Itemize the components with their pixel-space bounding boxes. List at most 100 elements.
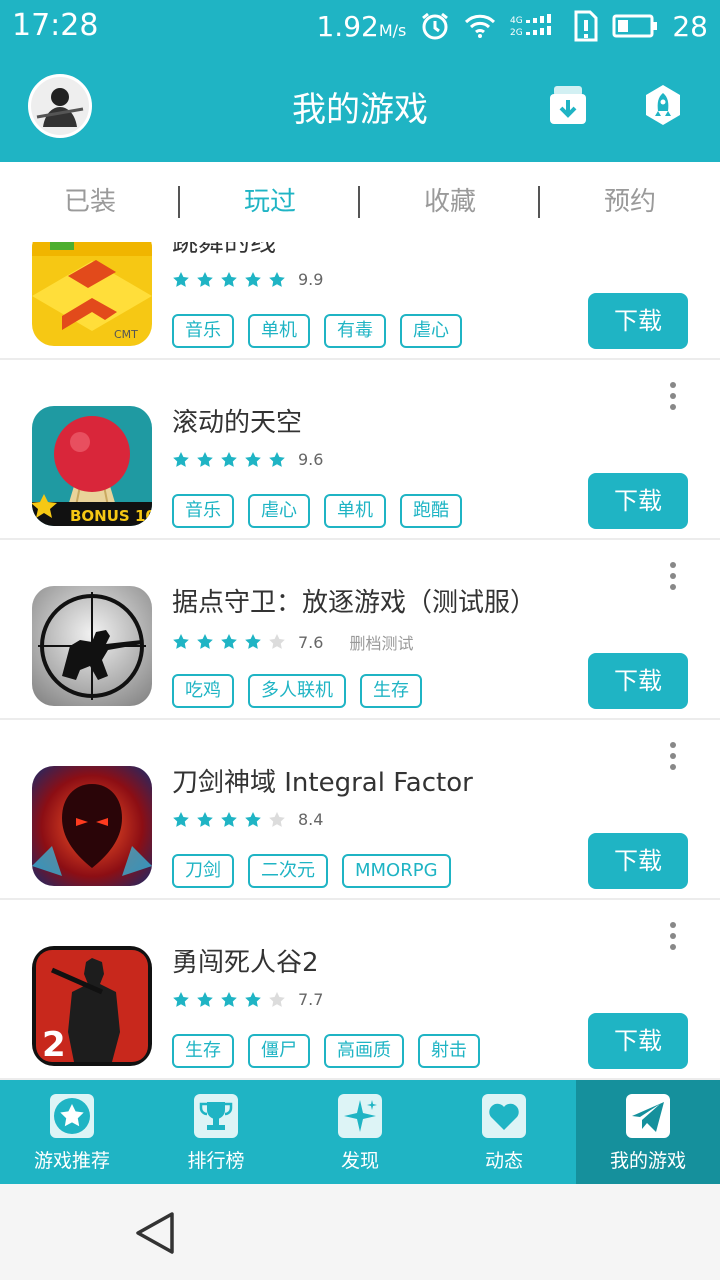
network-speed: 1.92M/s <box>316 9 407 43</box>
rating: 7.7 <box>172 990 323 1009</box>
download-button[interactable]: 下载 <box>588 1013 688 1069</box>
tag[interactable]: 音乐 <box>172 494 234 528</box>
more-options-icon[interactable] <box>668 922 678 952</box>
download-button[interactable]: 下载 <box>588 293 688 349</box>
star-filled-icon <box>221 811 237 827</box>
tag-list: 吃鸡 多人联机 生存 <box>172 674 422 708</box>
tab-favorites[interactable]: 收藏 <box>360 162 540 242</box>
star-filled-icon <box>197 811 213 827</box>
nav-recommend[interactable]: 游戏推荐 <box>0 1080 144 1184</box>
star-filled-icon <box>173 991 189 1007</box>
nav-discover[interactable]: 发现 <box>288 1080 432 1184</box>
paper-plane-icon <box>626 1094 670 1138</box>
page-title: 我的游戏 <box>292 90 428 130</box>
download-manager-button[interactable] <box>548 84 588 126</box>
test-note: 删档测试 <box>349 634 414 653</box>
tag[interactable]: 高画质 <box>324 1034 404 1068</box>
game-icon[interactable] <box>32 766 152 886</box>
star-filled-icon <box>269 451 285 467</box>
game-list[interactable]: CMT 跳舞的线 9.9 音乐 单机 有毒 虐心 下载 BONUS 10 滚动的… <box>0 242 720 1080</box>
trophy-icon <box>194 1094 238 1138</box>
back-icon[interactable] <box>134 1210 176 1256</box>
app-header: 我的游戏 <box>0 52 720 162</box>
nav-activity[interactable]: 动态 <box>432 1080 576 1184</box>
game-row[interactable]: 刀剑神域 Integral Factor 8.4 刀剑 二次元 MMORPG 下… <box>0 720 720 900</box>
game-name: 刀剑神域 Integral Factor <box>172 768 473 798</box>
tag[interactable]: 射击 <box>418 1034 480 1068</box>
download-button[interactable]: 下载 <box>588 833 688 889</box>
tag-list: 音乐 虐心 单机 跑酷 <box>172 494 462 528</box>
svg-text:4G: 4G <box>510 16 523 26</box>
rating: 9.9 <box>172 270 323 289</box>
sim-alert-icon <box>574 10 598 42</box>
tab-divider <box>178 186 180 218</box>
rocket-button[interactable] <box>644 84 682 126</box>
tag[interactable]: 多人联机 <box>248 674 346 708</box>
tag[interactable]: 二次元 <box>248 854 328 888</box>
star-filled-icon <box>197 991 213 1007</box>
tag[interactable]: 跑酷 <box>400 494 462 528</box>
star-filled-icon <box>221 271 237 287</box>
star-filled-icon <box>173 451 189 467</box>
svg-text:2: 2 <box>42 1025 66 1065</box>
tag[interactable]: MMORPG <box>342 854 451 888</box>
star-filled-icon <box>197 634 213 649</box>
download-button[interactable]: 下载 <box>588 653 688 709</box>
signal-icon: 4G 2G <box>510 13 560 39</box>
download-button[interactable]: 下载 <box>588 473 688 529</box>
tab-installed[interactable]: 已装 <box>0 162 180 242</box>
star-filled-icon <box>173 634 189 649</box>
star-filled-icon <box>245 451 261 467</box>
game-row[interactable]: BONUS 10 滚动的天空 9.6 音乐 虐心 单机 跑酷 下载 <box>0 360 720 540</box>
tab-played[interactable]: 玩过 <box>180 162 360 242</box>
tag[interactable]: 吃鸡 <box>172 674 234 708</box>
game-name: 据点守卫：放逐游戏（测试服） <box>172 588 537 618</box>
star-filled-icon <box>197 451 213 467</box>
star-filled-icon <box>221 451 237 467</box>
game-row[interactable]: 2 勇闯死人谷2 7.7 生存 僵尸 高画质 射击 下载 <box>0 900 720 1080</box>
more-options-icon[interactable] <box>668 562 678 592</box>
tag[interactable]: 刀剑 <box>172 854 234 888</box>
rating: 9.6 <box>172 450 323 469</box>
bottom-nav: 游戏推荐 排行榜 发现 动态 我的游戏 <box>0 1080 720 1184</box>
download-box-icon <box>550 86 586 124</box>
tag[interactable]: 单机 <box>324 494 386 528</box>
more-options-icon[interactable] <box>668 382 678 412</box>
rating: 8.4 <box>172 810 323 829</box>
star-filled-icon <box>173 271 189 287</box>
star-empty-icon <box>269 991 285 1007</box>
tag[interactable]: 虐心 <box>400 314 462 348</box>
rating-score: 9.9 <box>298 270 324 289</box>
game-icon[interactable] <box>32 586 152 706</box>
game-name: 勇闯死人谷2 <box>172 948 319 978</box>
status-bar: 17:28 1.92M/s 4G 2G 28 <box>0 0 720 52</box>
tab-reservations[interactable]: 预约 <box>540 162 720 242</box>
tag[interactable]: 音乐 <box>172 314 234 348</box>
nav-ranking[interactable]: 排行榜 <box>144 1080 288 1184</box>
tag[interactable]: 生存 <box>360 674 422 708</box>
star-filled-icon <box>269 271 285 287</box>
tag[interactable]: 有毒 <box>324 314 386 348</box>
nav-my-games[interactable]: 我的游戏 <box>576 1080 720 1184</box>
game-icon[interactable]: BONUS 10 <box>32 406 152 526</box>
tag[interactable]: 虐心 <box>248 494 310 528</box>
star-filled-icon <box>245 634 261 649</box>
tag[interactable]: 僵尸 <box>248 1034 310 1068</box>
game-row[interactable]: CMT 跳舞的线 9.9 音乐 单机 有毒 虐心 下载 <box>0 242 720 360</box>
more-options-icon[interactable] <box>668 742 678 772</box>
star-filled-icon <box>173 811 189 827</box>
battery-icon <box>612 13 658 39</box>
tag[interactable]: 单机 <box>248 314 310 348</box>
star-empty-icon <box>269 811 285 827</box>
tag-list: 刀剑 二次元 MMORPG <box>172 854 451 888</box>
star-filled-icon <box>245 991 261 1007</box>
game-icon[interactable]: 2 <box>32 946 152 1066</box>
tag-list: 生存 僵尸 高画质 射击 <box>172 1034 480 1068</box>
status-icons: 1.92M/s 4G 2G 28 <box>316 6 708 46</box>
star-empty-icon <box>269 634 285 649</box>
tag[interactable]: 生存 <box>172 1034 234 1068</box>
game-icon[interactable]: CMT <box>32 242 152 346</box>
svg-text:CMT: CMT <box>114 328 138 341</box>
rating-score: 9.6 <box>298 450 324 469</box>
game-row[interactable]: 据点守卫：放逐游戏（测试服） 7.6 删档测试 吃鸡 多人联机 生存 下载 <box>0 540 720 720</box>
